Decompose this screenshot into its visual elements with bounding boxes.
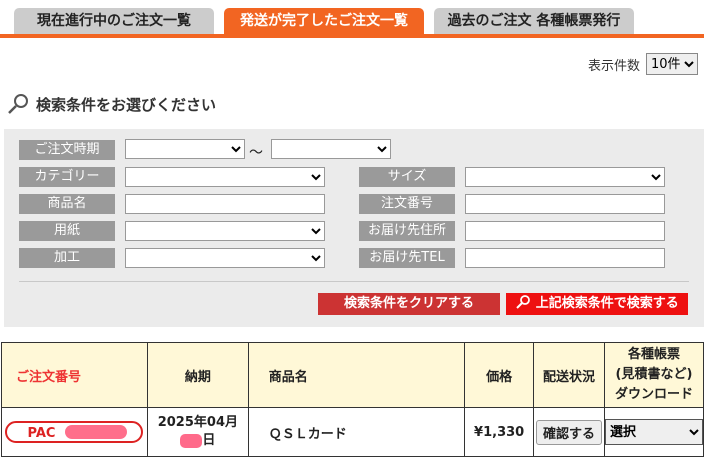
- search-title: 検索条件をお選びください: [36, 95, 217, 114]
- order-number-text: PAC: [27, 426, 56, 441]
- product-name-input[interactable]: [125, 194, 325, 214]
- search-button-label: 上記検索条件で検索する: [535, 296, 679, 311]
- table-row: PAC 2025年04月 日 ＱＳＬカード ¥1,330 確認する 選択: [1, 408, 704, 457]
- per-page-select[interactable]: 10件: [646, 53, 698, 75]
- product-cell: ＱＳＬカード: [248, 408, 466, 457]
- tel-input[interactable]: [465, 248, 665, 268]
- tab-shipped-orders[interactable]: 発送が完了したご注文一覧: [224, 8, 424, 34]
- docs-cell: 選択: [604, 408, 704, 457]
- order-number-link[interactable]: PAC: [5, 421, 144, 443]
- search-button[interactable]: 上記検索条件で検索する: [506, 293, 688, 315]
- address-input[interactable]: [465, 221, 665, 241]
- processing-label: 加工: [19, 248, 115, 268]
- address-label: お届け先住所: [359, 221, 455, 241]
- category-select[interactable]: [125, 167, 325, 187]
- tab-bar: 現在進行中のご注文一覧 発送が完了したご注文一覧 過去のご注文 各種帳票発行: [0, 0, 704, 38]
- order-period-to-select[interactable]: [271, 139, 391, 159]
- tab-underline: [0, 34, 704, 38]
- size-label: サイズ: [359, 167, 455, 187]
- order-number-input[interactable]: [465, 194, 665, 214]
- docs-download-select[interactable]: 選択: [604, 419, 703, 445]
- search-divider: [19, 281, 689, 282]
- search-heading: 検索条件をお選びください: [6, 92, 216, 116]
- search-icon: [516, 295, 531, 309]
- search-panel: ご注文時期 ～ カテゴリー サイズ 商品名 注文番号 用紙 お届け先住所 加工 …: [4, 129, 704, 327]
- tab-past-orders[interactable]: 過去のご注文 各種帳票発行: [434, 8, 634, 34]
- col-product: 商品名: [248, 342, 466, 408]
- table-header-row: ご注文番号 納期 商品名 価格 配送状況 各種帳票 (見積書など) ダウンロード: [1, 342, 704, 408]
- tel-label: お届け先TEL: [359, 248, 455, 268]
- orders-table: ご注文番号 納期 商品名 価格 配送状況 各種帳票 (見積書など) ダウンロード…: [1, 342, 704, 457]
- delivery-cell: 2025年04月 日: [147, 408, 249, 457]
- docs-header-line: 各種帳票: [627, 347, 680, 362]
- col-delivery: 納期: [147, 342, 249, 408]
- tab-current-orders[interactable]: 現在進行中のご注文一覧: [14, 8, 214, 34]
- col-price: 価格: [465, 342, 535, 408]
- range-separator: ～: [249, 145, 263, 161]
- category-label: カテゴリー: [19, 167, 115, 187]
- clear-conditions-button[interactable]: 検索条件をクリアする: [318, 293, 500, 315]
- processing-select[interactable]: [125, 248, 325, 268]
- search-icon: [8, 94, 28, 114]
- order-number-cell: PAC: [1, 408, 148, 457]
- col-docs-download: 各種帳票 (見積書など) ダウンロード: [604, 342, 704, 408]
- product-name-label: 商品名: [19, 194, 115, 214]
- order-period-from-select[interactable]: [125, 139, 245, 159]
- redaction-mark: [65, 425, 128, 439]
- size-select[interactable]: [465, 167, 665, 187]
- col-status: 配送状況: [534, 342, 605, 408]
- docs-header-line: ダウンロード: [614, 387, 693, 402]
- price-cell: ¥1,330: [465, 408, 535, 457]
- redaction-mark: [180, 433, 203, 448]
- delivery-day: 日: [202, 433, 216, 448]
- paper-select[interactable]: [125, 221, 325, 241]
- col-order-number: ご注文番号: [1, 342, 148, 408]
- order-period-label: ご注文時期: [19, 140, 115, 160]
- paper-label: 用紙: [19, 221, 115, 241]
- delivery-date: 2025年04月: [157, 415, 238, 430]
- per-page-label: 表示件数: [587, 58, 640, 74]
- order-number-label: 注文番号: [359, 194, 455, 214]
- status-cell: 確認する: [534, 408, 605, 457]
- confirm-status-button[interactable]: 確認する: [536, 419, 603, 445]
- per-page-control: 表示件数 10件: [588, 53, 698, 75]
- docs-header-line: (見積書など): [615, 367, 693, 382]
